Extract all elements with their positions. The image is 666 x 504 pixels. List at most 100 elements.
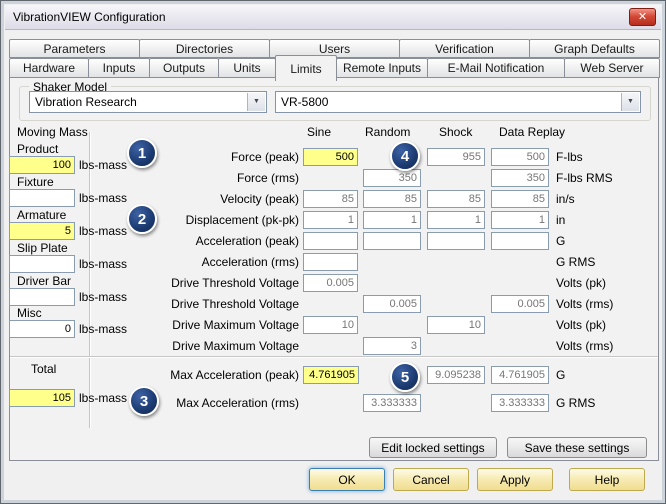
window-title: VibrationVIEW Configuration — [13, 10, 166, 24]
misc-mass-input[interactable]: 0 — [9, 320, 75, 338]
dialog-window: VibrationVIEW Configuration ✕ Parameters… — [0, 0, 666, 504]
acceleration-peak-unit: G — [556, 234, 565, 248]
displacement-unit: in — [556, 213, 565, 227]
moving-mass-title: Moving Mass — [17, 125, 88, 139]
callout-badge-4: 4 — [390, 141, 420, 171]
manufacturer-dropdown[interactable]: Vibration Research ▼ — [29, 91, 267, 113]
drive-threshold-rms-row: Drive Threshold Voltage 0.005 0.005 Volt… — [1, 295, 666, 313]
drive-maximum-pk-shock-input[interactable]: 10 — [427, 316, 485, 334]
driver-bar-mass-input[interactable] — [9, 288, 75, 306]
displacement-row: Displacement (pk-pk) 1 1 1 1 in — [1, 211, 666, 229]
edit-locked-settings-button[interactable]: Edit locked settings — [369, 437, 497, 458]
velocity-peak-sine-input[interactable]: 85 — [303, 190, 358, 208]
acceleration-peak-data-replay-input[interactable] — [491, 232, 549, 250]
drive-maximum-rms-unit: Volts (rms) — [556, 339, 613, 353]
drive-threshold-rms-random-input[interactable]: 0.005 — [363, 295, 421, 313]
product-mass-input[interactable]: 100 — [9, 156, 75, 174]
tab-units[interactable]: Units — [218, 58, 276, 78]
acceleration-rms-sine-input[interactable] — [303, 253, 358, 271]
tab-parameters[interactable]: Parameters — [9, 39, 140, 58]
drive-maximum-pk-unit: Volts (pk) — [556, 318, 606, 332]
acceleration-peak-row: Acceleration (peak) G — [1, 232, 666, 250]
max-acceleration-rms-random-field[interactable]: 3.333333 — [363, 394, 421, 412]
drive-threshold-pk-sine-input[interactable]: 0.005 — [303, 274, 358, 292]
tab-verification[interactable]: Verification — [399, 39, 530, 58]
manufacturer-dropdown-value: Vibration Research — [35, 95, 137, 109]
help-button[interactable]: Help — [569, 468, 645, 491]
tab-outputs[interactable]: Outputs — [149, 58, 219, 78]
callout-badge-1: 1 — [127, 138, 157, 168]
tab-hardware[interactable]: Hardware — [9, 58, 89, 78]
total-mass-field[interactable]: 105 — [9, 389, 75, 407]
model-dropdown-value: VR-5800 — [281, 95, 328, 109]
max-acceleration-peak-data-replay-field[interactable]: 4.761905 — [491, 366, 549, 384]
callout-badge-5: 5 — [390, 362, 420, 392]
velocity-peak-label: Velocity (peak) — [103, 192, 299, 206]
force-peak-shock-input[interactable]: 955 — [427, 148, 485, 166]
velocity-peak-row: Velocity (peak) 85 85 85 85 in/s — [1, 190, 666, 208]
chevron-down-icon: ▼ — [247, 93, 265, 111]
tab-limits[interactable]: Limits — [275, 55, 337, 81]
close-button[interactable]: ✕ — [629, 8, 656, 26]
velocity-peak-shock-input[interactable]: 85 — [427, 190, 485, 208]
force-peak-sine-input[interactable]: 500 — [303, 148, 358, 166]
drive-maximum-rms-random-input[interactable]: 3 — [363, 337, 421, 355]
drive-threshold-rms-data-replay-input[interactable]: 0.005 — [491, 295, 549, 313]
tab-email-notification[interactable]: E-Mail Notification — [427, 58, 565, 78]
acceleration-peak-random-input[interactable] — [363, 232, 421, 250]
tab-web-server[interactable]: Web Server — [564, 58, 660, 78]
displacement-sine-input[interactable]: 1 — [303, 211, 358, 229]
max-acceleration-peak-shock-field[interactable]: 9.095238 — [427, 366, 485, 384]
force-peak-row: Force (peak) 500 955 500 F-lbs — [1, 148, 666, 166]
displacement-random-input[interactable]: 1 — [363, 211, 421, 229]
column-header-shock: Shock — [439, 125, 472, 139]
force-rms-data-replay-input[interactable]: 350 — [491, 169, 549, 187]
drive-maximum-pk-sine-input[interactable]: 10 — [303, 316, 358, 334]
apply-button[interactable]: Apply — [477, 468, 553, 491]
tab-row-2: Hardware Inputs Outputs Units Limits Rem… — [9, 58, 659, 78]
ok-button[interactable]: OK — [309, 468, 385, 491]
drive-threshold-pk-row: Drive Threshold Voltage 0.005 Volts (pk) — [1, 274, 666, 292]
tab-inputs[interactable]: Inputs — [88, 58, 150, 78]
max-acceleration-peak-sine-field[interactable]: 4.761905 — [303, 366, 359, 384]
close-icon: ✕ — [638, 11, 647, 23]
force-peak-data-replay-input[interactable]: 500 — [491, 148, 549, 166]
drive-maximum-rms-row: Drive Maximum Voltage 3 Volts (rms) — [1, 337, 666, 355]
velocity-peak-random-input[interactable]: 85 — [363, 190, 421, 208]
max-acceleration-peak-label: Max Acceleration (peak) — [103, 368, 299, 382]
acceleration-rms-row: Acceleration (rms) G RMS — [1, 253, 666, 271]
acceleration-peak-label: Acceleration (peak) — [103, 234, 299, 248]
save-these-settings-button[interactable]: Save these settings — [507, 437, 647, 458]
drive-maximum-pk-row: Drive Maximum Voltage 10 10 Volts (pk) — [1, 316, 666, 334]
force-peak-unit: F-lbs — [556, 150, 583, 164]
drive-maximum-pk-label: Drive Maximum Voltage — [103, 318, 299, 332]
cancel-button[interactable]: Cancel — [393, 468, 469, 491]
tab-remote-inputs[interactable]: Remote Inputs — [336, 58, 428, 78]
max-acceleration-rms-data-replay-field[interactable]: 3.333333 — [491, 394, 549, 412]
callout-badge-2: 2 — [127, 204, 157, 234]
acceleration-rms-label: Acceleration (rms) — [103, 255, 299, 269]
fixture-mass-input[interactable] — [9, 189, 75, 207]
acceleration-peak-sine-input[interactable] — [303, 232, 358, 250]
displacement-data-replay-input[interactable]: 1 — [491, 211, 549, 229]
model-dropdown[interactable]: VR-5800 ▼ — [275, 91, 641, 113]
acceleration-peak-shock-input[interactable] — [427, 232, 485, 250]
max-acceleration-peak-unit: G — [556, 368, 565, 382]
column-header-random: Random — [365, 125, 410, 139]
force-rms-row: Force (rms) 350 350 F-lbs RMS — [1, 169, 666, 187]
drive-threshold-rms-unit: Volts (rms) — [556, 297, 613, 311]
tab-graph-defaults[interactable]: Graph Defaults — [529, 39, 660, 58]
displacement-shock-input[interactable]: 1 — [427, 211, 485, 229]
chevron-down-icon: ▼ — [621, 93, 639, 111]
column-header-sine: Sine — [307, 125, 331, 139]
tab-directories[interactable]: Directories — [139, 39, 270, 58]
horizontal-divider — [10, 356, 658, 357]
armature-mass-input[interactable]: 5 — [9, 222, 75, 240]
slip-plate-mass-input[interactable] — [9, 255, 75, 273]
max-acceleration-rms-unit: G RMS — [556, 396, 595, 410]
velocity-peak-unit: in/s — [556, 192, 575, 206]
drive-threshold-pk-label: Drive Threshold Voltage — [103, 276, 299, 290]
velocity-peak-data-replay-input[interactable]: 85 — [491, 190, 549, 208]
force-rms-label: Force (rms) — [103, 171, 299, 185]
force-rms-random-input[interactable]: 350 — [363, 169, 421, 187]
